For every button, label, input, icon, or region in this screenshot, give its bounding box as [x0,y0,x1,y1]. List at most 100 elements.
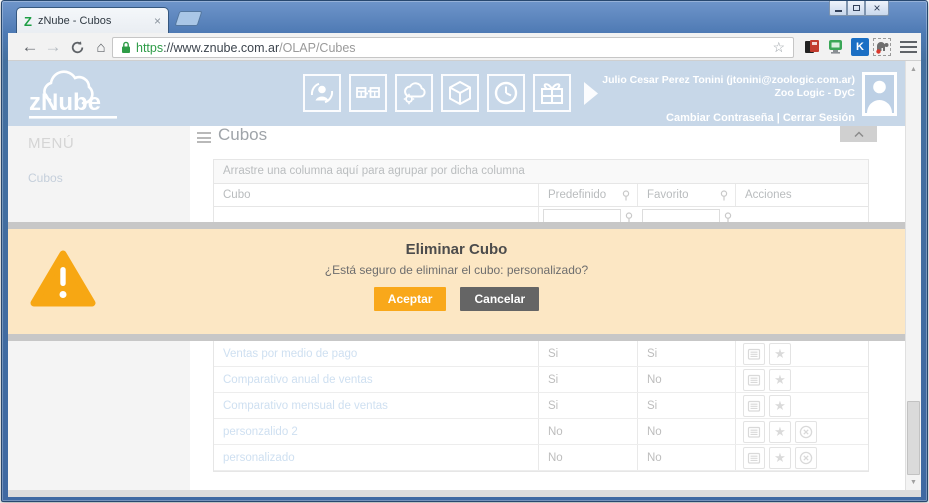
list-icon [747,452,761,464]
favorite-button[interactable]: ★ [769,420,791,443]
view-cube-button[interactable] [743,446,765,469]
cancel-button[interactable]: Cancelar [460,287,540,311]
arrow-right-icon[interactable] [584,81,599,105]
minimize-button[interactable] [829,1,847,16]
favorite-button[interactable]: ★ [769,342,791,365]
favorite-button[interactable]: ★ [769,368,791,391]
warning-triangle-icon [30,250,96,307]
filter-input-favorito[interactable] [642,209,720,222]
cube-name-link[interactable]: personalizado [223,452,295,464]
grid-footer-space [213,476,869,489]
table-row: Comparativo anual de ventas Si No ★ [214,367,868,393]
table-row: Ventas por medio de pago Si Si ★ [214,341,868,367]
column-header-cubo[interactable]: Cubo [214,184,539,206]
table-row: personalizado No No ★ [214,445,868,471]
tab-close-icon[interactable]: × [154,14,161,28]
extension-k-icon[interactable]: K [851,38,869,56]
list-icon [747,374,761,386]
znube-logo: zNube [29,70,117,119]
scrollbar-thumb[interactable] [907,401,920,475]
https-lock-icon [122,41,130,53]
dialog-title: Eliminar Cubo [405,241,508,258]
cell-predefinido: Si [539,341,638,366]
logout-link[interactable]: Cerrar Sesión [783,112,855,124]
user-name: Julio Cesar Perez Tonini (jtonini@zoolog… [602,74,855,86]
sidebar-item-cubos[interactable]: Cubos [28,171,63,185]
url-bar[interactable]: https://www.znube.com.ar/OLAP/Cubes ☆ [112,37,794,58]
cell-predefinido: No [539,445,638,470]
data-transfer-icon[interactable] [349,74,387,112]
cubes-table-body: Ventas por medio de pago Si Si ★ Compara… [213,341,869,472]
home-icon[interactable]: ⌂ [90,33,112,61]
avatar[interactable] [862,72,897,116]
view-cube-button[interactable] [743,394,765,417]
cell-predefinido: Si [539,393,638,418]
accept-button[interactable]: Aceptar [373,287,447,311]
star-icon: ★ [774,346,786,361]
cube-name-link[interactable]: Ventas por medio de pago [223,348,357,360]
cell-favorito: No [638,445,736,470]
cube-name-link[interactable]: Comparativo anual de ventas [223,374,373,386]
panel-menu-icon[interactable] [197,132,211,143]
extension-elephant-icon[interactable] [873,38,891,56]
filter-pin-icon[interactable] [622,189,630,201]
extension-red-icon[interactable] [803,38,821,56]
star-icon: ★ [774,450,786,465]
extension-screen-icon[interactable] [827,38,845,56]
column-header-favorito[interactable]: Favorito [638,184,736,206]
column-header-acciones[interactable]: Acciones [736,184,868,206]
forward-icon[interactable]: → [42,33,64,61]
vertical-scrollbar[interactable]: ▲ ▼ [905,61,921,490]
favorite-button[interactable]: ★ [769,394,791,417]
horizontal-scrollbar-track[interactable] [8,490,921,497]
scroll-up-icon[interactable]: ▲ [906,61,921,77]
cell-acciones: ★ [736,419,868,444]
favorite-button[interactable]: ★ [769,446,791,469]
site-favicon: Z [24,13,32,29]
user-info: Julio Cesar Perez Tonini (jtonini@zoolog… [602,74,855,124]
window-controls: × [829,1,889,16]
group-panel[interactable]: Arrastre una columna aquí para agrupar p… [213,159,869,184]
delete-confirmation-dialog: Eliminar Cubo ¿Está seguro de eliminar e… [8,222,905,341]
column-header-predefinido[interactable]: Predefinido [539,184,638,206]
cell-acciones: ★ [736,367,868,392]
clock-icon[interactable] [487,74,525,112]
star-icon: ★ [774,398,786,413]
url-text: https://www.znube.com.ar/OLAP/Cubes [136,40,356,55]
dialog-border-bottom [8,334,905,341]
cell-favorito: No [638,419,736,444]
browser-tab[interactable]: Z zNube - Cubos × [16,7,169,34]
cloud-settings-icon[interactable] [395,74,433,112]
list-icon [747,426,761,438]
view-cube-button[interactable] [743,368,765,391]
cube-icon[interactable] [441,74,479,112]
user-company: Zoo Logic - DyC [774,87,856,99]
new-tab-button[interactable] [174,11,203,26]
collapse-panel-button[interactable] [840,126,877,142]
cell-acciones: ★ [736,445,868,470]
filter-input-predefinido[interactable] [543,209,621,222]
bookmark-star-icon[interactable]: ☆ [772,39,785,56]
star-icon: ★ [774,372,786,387]
view-cube-button[interactable] [743,342,765,365]
change-password-link[interactable]: Cambiar Contraseña [666,112,774,124]
logo-text: zNube [29,89,101,116]
user-sync-icon[interactable] [303,74,341,112]
delete-cube-button[interactable] [795,446,817,469]
filter-pin-icon[interactable] [720,189,728,201]
cube-name-link[interactable]: personzalido 2 [223,426,298,438]
delete-cube-button[interactable] [795,420,817,443]
filter-row [213,207,869,222]
filter-pin-icon[interactable] [724,212,732,222]
scroll-down-icon[interactable]: ▼ [906,474,921,490]
refresh-icon[interactable] [66,33,88,61]
menu-icon[interactable] [900,41,917,54]
view-cube-button[interactable] [743,420,765,443]
gift-icon[interactable] [533,74,571,112]
filter-pin-icon[interactable] [625,212,633,222]
cube-name-link[interactable]: Comparativo mensual de ventas [223,400,388,412]
maximize-button[interactable] [847,1,865,16]
back-icon[interactable]: ← [18,33,42,61]
close-button[interactable]: × [865,1,889,16]
link-separator: | [776,112,780,124]
